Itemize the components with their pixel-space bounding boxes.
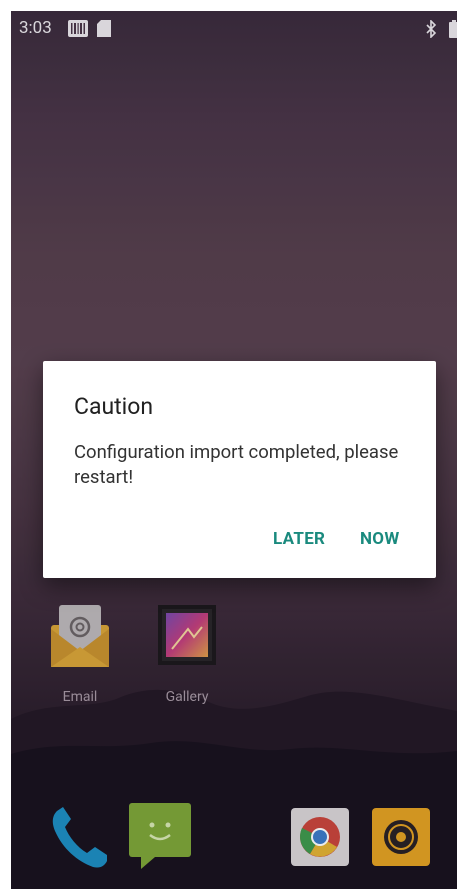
caution-dialog: Caution Configuration import completed, … [43,361,436,578]
now-button[interactable]: NOW [360,529,400,549]
dialog-message: Configuration import completed, please r… [74,441,399,488]
home-screen: 3:03 Email Gallery Caution Configuration… [11,11,457,889]
dialog-title: Caution [74,393,154,420]
later-button[interactable]: LATER [273,529,325,549]
